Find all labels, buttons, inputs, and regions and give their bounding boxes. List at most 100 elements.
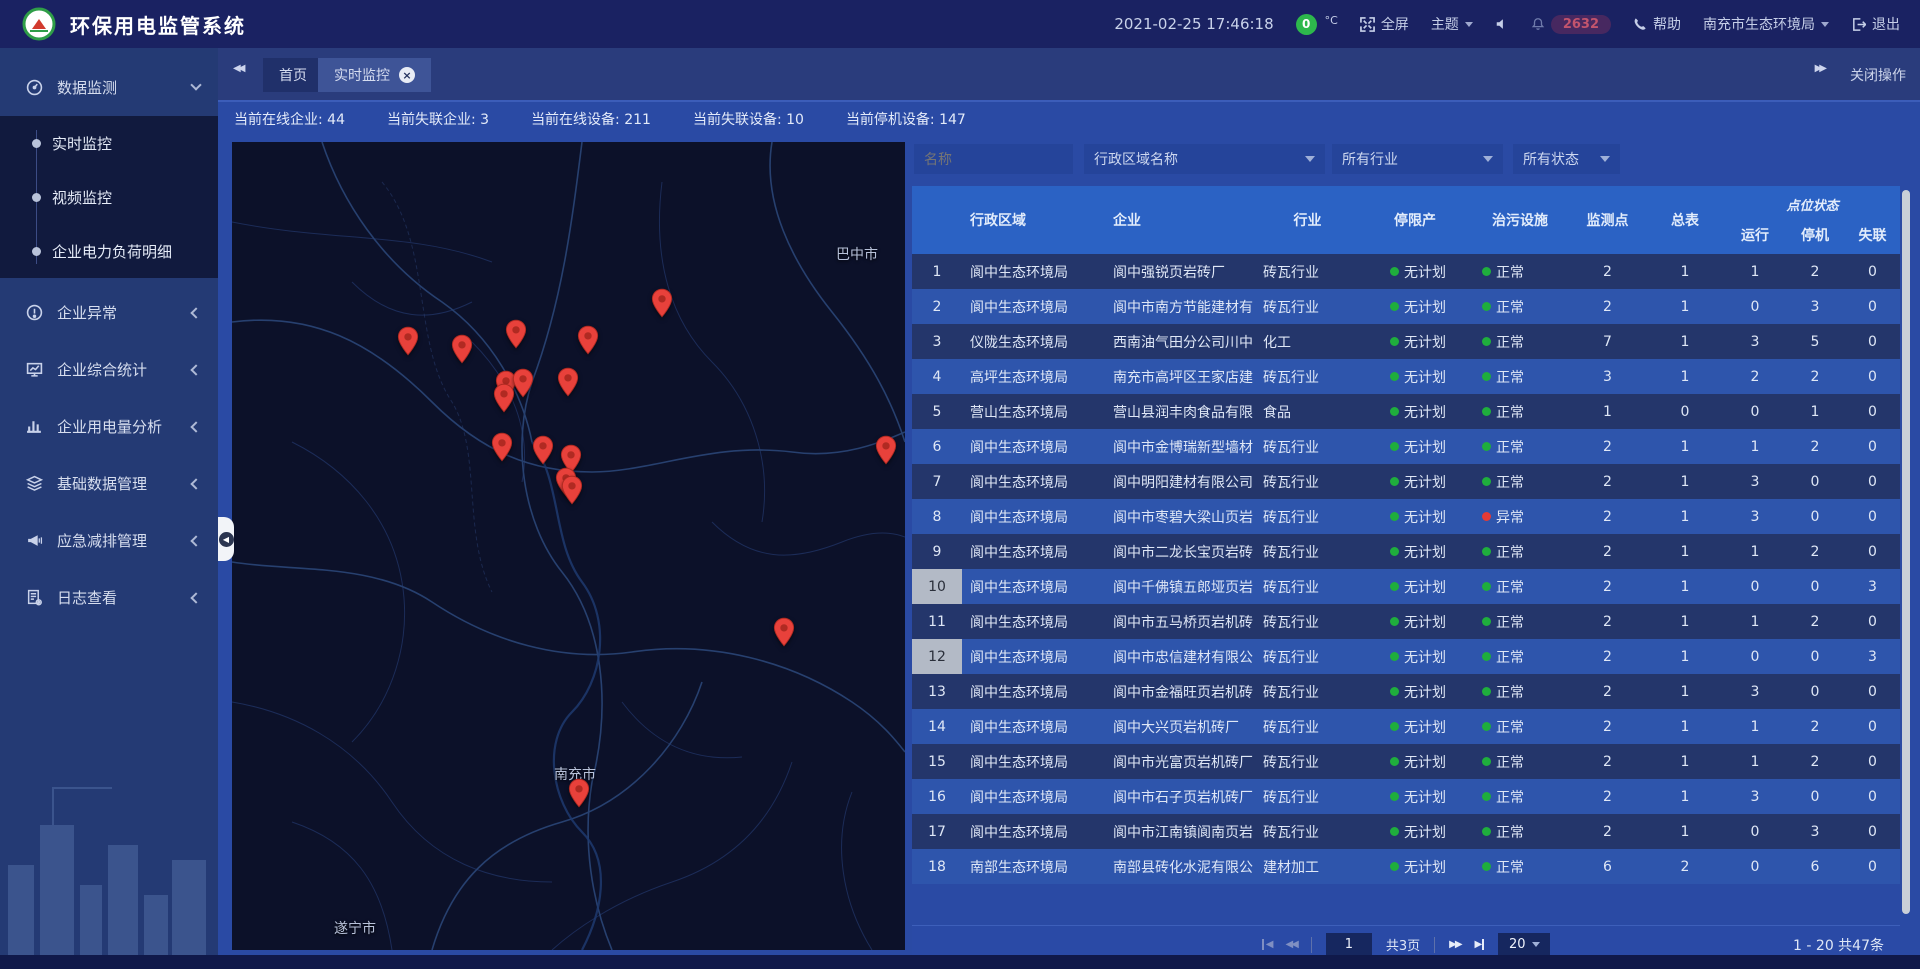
tab-home[interactable]: 首页 xyxy=(263,58,323,92)
cell-region: 营山生态环境局 xyxy=(962,394,1105,429)
table-row[interactable]: 8 阆中生态环境局 阆中市枣碧大梁山页岩 砖瓦行业 无计划 异常 2 1 3 0… xyxy=(912,499,1900,534)
col-header-meters: 总表 xyxy=(1645,186,1725,254)
stat-item: 当前停机设备: 147 xyxy=(846,109,966,129)
table-row[interactable]: 9 阆中生态环境局 阆中市二龙长宝页岩砖 砖瓦行业 无计划 正常 2 1 1 2… xyxy=(912,534,1900,569)
row-index: 6 xyxy=(912,429,962,464)
map-marker-pin[interactable] xyxy=(568,778,590,808)
map-marker-pin[interactable] xyxy=(491,432,513,462)
cell-meters: 1 xyxy=(1645,744,1725,779)
map-marker-pin[interactable] xyxy=(561,475,583,505)
cell-meters: 1 xyxy=(1645,569,1725,604)
sidebar-item-video-monitor[interactable]: 视频监控 xyxy=(0,170,218,224)
table-row[interactable]: 7 阆中生态环境局 阆中明阳建材有限公司 砖瓦行业 无计划 正常 2 1 3 0… xyxy=(912,464,1900,499)
table-row[interactable]: 14 阆中生态环境局 阆中大兴页岩机砖厂 砖瓦行业 无计划 正常 2 1 1 2… xyxy=(912,709,1900,744)
cell-company: 阆中市金博瑞新型墙材 xyxy=(1105,429,1255,464)
last-page-icon[interactable]: ▶ xyxy=(1475,940,1485,950)
cell-run: 1 xyxy=(1725,429,1785,464)
page-size-select[interactable]: 20 xyxy=(1498,933,1550,957)
sidebar-item-realtime-monitor[interactable]: 实时监控 xyxy=(0,116,218,170)
table-row[interactable]: 1 阆中生态环境局 阆中强锐页岩砖厂 砖瓦行业 无计划 正常 2 1 1 2 0 xyxy=(912,254,1900,289)
cell-stop: 0 xyxy=(1785,639,1845,674)
sidebar-item-power-load-detail[interactable]: 企业电力负荷明细 xyxy=(0,224,218,278)
status-dot-icon xyxy=(1390,477,1399,486)
industry-select[interactable]: 所有行业 xyxy=(1332,144,1503,174)
close-operations-button[interactable]: 关闭操作 xyxy=(1850,65,1906,85)
cell-industry: 砖瓦行业 xyxy=(1255,569,1360,604)
table-row[interactable]: 15 阆中生态环境局 阆中市光富页岩机砖厂 砖瓦行业 无计划 正常 2 1 1 … xyxy=(912,744,1900,779)
cell-company: 阆中千佛镇五郎垭页岩 xyxy=(1105,569,1255,604)
sidebar-group-power-analysis[interactable]: 企业用电量分析 xyxy=(0,398,218,455)
map-marker-pin[interactable] xyxy=(773,617,795,647)
tabs-scroll-left-icon[interactable]: ◀◀ xyxy=(233,63,242,74)
sidebar-group-logs[interactable]: 日志查看 xyxy=(0,569,218,626)
megaphone-icon xyxy=(26,532,43,549)
table-row[interactable]: 4 高坪生态环境局 南充市高坪区王家店建 砖瓦行业 无计划 正常 3 1 2 2… xyxy=(912,359,1900,394)
first-page-icon[interactable]: ◀ xyxy=(1262,940,1272,950)
cell-facility: 正常 xyxy=(1470,254,1570,289)
page-bottom-strip xyxy=(0,955,1920,969)
name-search-input[interactable] xyxy=(914,144,1073,174)
map-marker-pin[interactable] xyxy=(532,435,554,465)
map-marker-pin[interactable] xyxy=(505,319,527,349)
status-select[interactable]: 所有状态 xyxy=(1513,144,1620,174)
org-dropdown[interactable]: 南充市生态环境局 xyxy=(1703,14,1829,34)
table-row[interactable]: 17 阆中生态环境局 阆中市江南镇阆南页岩 砖瓦行业 无计划 正常 2 1 0 … xyxy=(912,814,1900,849)
map-marker-pin[interactable] xyxy=(493,383,515,413)
logout-button[interactable]: 退出 xyxy=(1851,14,1900,34)
map-marker-pin[interactable] xyxy=(577,325,599,355)
table-row[interactable]: 12 阆中生态环境局 阆中市忠信建材有限公 砖瓦行业 无计划 正常 2 1 0 … xyxy=(912,639,1900,674)
sidebar-item-label: 视频监控 xyxy=(52,187,112,208)
status-dot-icon xyxy=(1482,617,1491,626)
cell-region: 南部生态环境局 xyxy=(962,849,1105,884)
map-canvas[interactable]: 巴中市南充市遂宁市 xyxy=(232,142,905,950)
tab-close-icon[interactable]: × xyxy=(399,67,415,83)
region-select[interactable]: 行政区域名称 xyxy=(1084,144,1325,174)
sidebar-group-emergency[interactable]: 应急减排管理 xyxy=(0,512,218,569)
cell-points: 2 xyxy=(1570,429,1645,464)
table-row[interactable]: 11 阆中生态环境局 阆中市五马桥页岩机砖 砖瓦行业 无计划 正常 2 1 1 … xyxy=(912,604,1900,639)
sidebar-group-base-data[interactable]: 基础数据管理 xyxy=(0,455,218,512)
fullscreen-button[interactable]: 全屏 xyxy=(1360,14,1409,34)
table-row[interactable]: 16 阆中生态环境局 阆中市石子页岩机砖厂 砖瓦行业 无计划 正常 2 1 3 … xyxy=(912,779,1900,814)
next-page-icon[interactable]: ▶▶ xyxy=(1449,940,1460,950)
status-dot-icon xyxy=(1482,757,1491,766)
map-marker-pin[interactable] xyxy=(557,367,579,397)
cell-stop: 2 xyxy=(1785,534,1845,569)
tab-bar: ◀◀ 首页 实时监控 × ▶▶ 关闭操作 xyxy=(218,48,1920,100)
cell-lost: 3 xyxy=(1845,639,1900,674)
tab-realtime-monitor[interactable]: 实时监控 × xyxy=(318,58,431,92)
map-marker-pin[interactable] xyxy=(451,334,473,364)
notification-badge[interactable]: 2632 xyxy=(1531,15,1611,34)
theme-label: 主题 xyxy=(1431,14,1459,34)
cell-limit: 无计划 xyxy=(1360,709,1470,744)
tabs-scroll-right-icon[interactable]: ▶▶ xyxy=(1815,63,1824,74)
status-dot-icon xyxy=(1482,267,1491,276)
table-row[interactable]: 10 阆中生态环境局 阆中千佛镇五郎垭页岩 砖瓦行业 无计划 正常 2 1 0 … xyxy=(912,569,1900,604)
map-marker-pin[interactable] xyxy=(875,435,897,465)
table-row[interactable]: 3 仪陇生态环境局 西南油气田分公司川中 化工 无计划 正常 7 1 3 5 0 xyxy=(912,324,1900,359)
sidebar-group-enterprise-abnormal[interactable]: 企业异常 xyxy=(0,284,218,341)
table-row[interactable]: 5 营山生态环境局 营山县润丰肉食品有限 食品 无计划 正常 1 0 0 1 0 xyxy=(912,394,1900,429)
cell-lost: 0 xyxy=(1845,324,1900,359)
cell-limit: 无计划 xyxy=(1360,289,1470,324)
cell-region: 阆中生态环境局 xyxy=(962,534,1105,569)
prev-page-icon[interactable]: ◀◀ xyxy=(1285,940,1296,950)
table-row[interactable]: 2 阆中生态环境局 阆中市南方节能建材有 砖瓦行业 无计划 正常 2 1 0 3… xyxy=(912,289,1900,324)
sidebar-group-enterprise-stats[interactable]: 企业综合统计 xyxy=(0,341,218,398)
table-row[interactable]: 6 阆中生态环境局 阆中市金博瑞新型墙材 砖瓦行业 无计划 正常 2 1 1 2… xyxy=(912,429,1900,464)
map-marker-pin[interactable] xyxy=(651,288,673,318)
cell-company: 阆中市五马桥页岩机砖 xyxy=(1105,604,1255,639)
table-scrollbar[interactable] xyxy=(1902,190,1910,914)
sidebar-collapse-handle[interactable]: ◀ xyxy=(218,517,234,561)
cell-industry: 砖瓦行业 xyxy=(1255,674,1360,709)
map-marker-pin[interactable] xyxy=(512,368,534,398)
theme-dropdown[interactable]: 主题 xyxy=(1431,14,1473,34)
map-marker-pin[interactable] xyxy=(397,326,419,356)
mute-button[interactable] xyxy=(1495,17,1509,31)
cell-run: 1 xyxy=(1725,534,1785,569)
table-row[interactable]: 13 阆中生态环境局 阆中市金福旺页岩机砖 砖瓦行业 无计划 正常 2 1 3 … xyxy=(912,674,1900,709)
table-row[interactable]: 18 南部生态环境局 南部县砖化水泥有限公 建材加工 无计划 正常 6 2 0 … xyxy=(912,849,1900,884)
help-button[interactable]: 帮助 xyxy=(1633,14,1681,34)
sidebar-group-data-monitor[interactable]: 数据监测 xyxy=(0,58,218,116)
page-number-input[interactable]: 1 xyxy=(1326,933,1372,957)
